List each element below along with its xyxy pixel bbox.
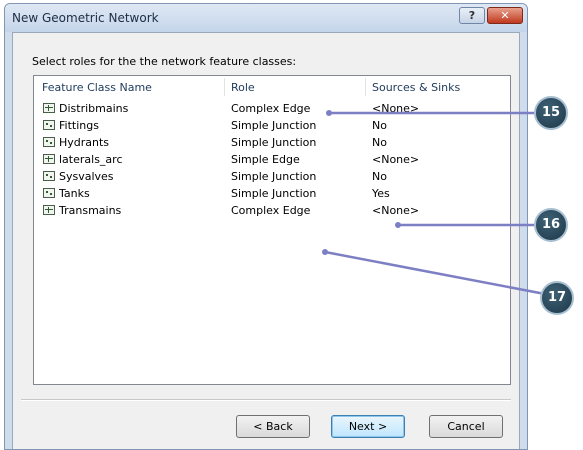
callout-badge-17: 17 [540,281,574,315]
callout-dot-16 [395,222,401,228]
callout-badge-16: 16 [534,208,568,242]
callout-leader-lines [322,110,546,296]
callout-dot-17 [322,249,328,255]
callout-line-17 [324,250,546,296]
callout-dot-15 [326,110,332,116]
callout-badge-15: 15 [534,96,568,130]
